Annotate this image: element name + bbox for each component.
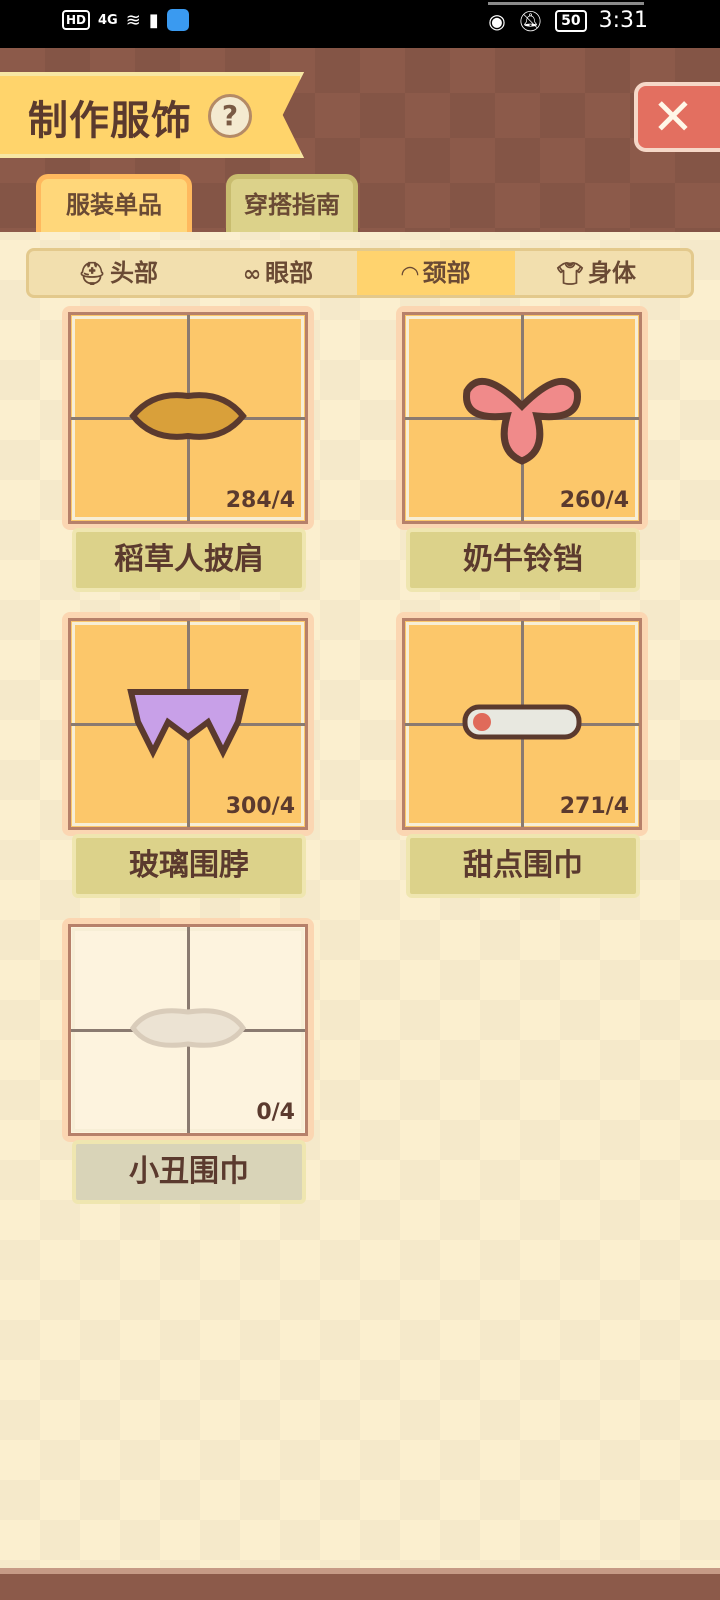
tab-clothing-items[interactable]: 服装单品 xyxy=(36,174,192,232)
item-card[interactable]: 271/4 xyxy=(396,612,648,836)
item-card-locked[interactable]: 0/4 xyxy=(62,918,314,1142)
item-name-plate: 玻璃围脖 xyxy=(72,834,306,898)
cow-bell-icon xyxy=(457,361,587,475)
signal-icon: 4G xyxy=(98,12,118,28)
mute-icon: 🔕︎ xyxy=(517,8,544,33)
item-count: 271/4 xyxy=(559,794,629,819)
item-count: 284/4 xyxy=(225,488,295,513)
category-label: 身体 xyxy=(587,259,636,287)
battery-icon: 50 xyxy=(555,9,587,32)
close-button[interactable]: ✕ xyxy=(634,82,720,152)
category-eyes[interactable]: ∞ 眼部 xyxy=(199,251,357,295)
hat-icon: ⛑ xyxy=(78,262,106,287)
item-card[interactable]: 300/4 xyxy=(62,612,314,836)
hd-badge: HD xyxy=(62,10,91,30)
eye-icon: ◉ xyxy=(488,8,506,33)
item-card[interactable]: 284/4 xyxy=(62,306,314,530)
status-indicator-line xyxy=(488,2,644,5)
tab-outfit-guide[interactable]: 穿搭指南 xyxy=(226,174,358,232)
dessert-scarf-icon xyxy=(457,697,587,751)
category-head[interactable]: ⛑ 头部 xyxy=(39,251,197,295)
category-label: 颈部 xyxy=(422,259,471,287)
shirt-icon: 👕︎ xyxy=(556,262,584,287)
category-label: 头部 xyxy=(109,259,158,287)
glasses-icon: ∞ xyxy=(242,262,262,287)
scarf-icon: ◠ xyxy=(401,262,419,287)
item-name-plate: 甜点围巾 xyxy=(406,834,640,898)
page-title: 制作服饰 xyxy=(28,98,192,144)
status-bar: HD 4G ≋ ▮ ◉ 🔕︎ 50 3:31 xyxy=(0,0,720,48)
app-notification-icon xyxy=(166,9,189,31)
item-count: 300/4 xyxy=(225,794,295,819)
item-name-plate: 稻草人披肩 xyxy=(72,528,306,592)
item-name-plate: 奶牛铃铛 xyxy=(406,528,640,592)
item-card[interactable]: 260/4 xyxy=(396,306,648,530)
scarecrow-cape-icon xyxy=(123,386,253,450)
close-icon: ✕ xyxy=(652,88,694,146)
glass-collar-icon xyxy=(123,682,253,766)
bottom-border xyxy=(0,1568,720,1600)
clown-scarf-icon xyxy=(123,998,253,1062)
item-name-plate: 小丑围巾 xyxy=(72,1140,306,1204)
item-count: 0/4 xyxy=(256,1100,295,1125)
category-bar: ⛑ 头部 ∞ 眼部 ◠ 颈部 👕︎ 身体 xyxy=(26,248,694,298)
category-body[interactable]: 👕︎ 身体 xyxy=(517,251,675,295)
alert-icon: ▮ xyxy=(148,9,159,31)
wifi-icon: ≋ xyxy=(125,9,141,31)
help-button[interactable]: ? xyxy=(208,94,252,138)
category-label: 眼部 xyxy=(265,259,314,287)
item-count: 260/4 xyxy=(559,488,629,513)
clock: 3:31 xyxy=(598,8,648,33)
category-neck[interactable]: ◠ 颈部 xyxy=(357,251,515,295)
